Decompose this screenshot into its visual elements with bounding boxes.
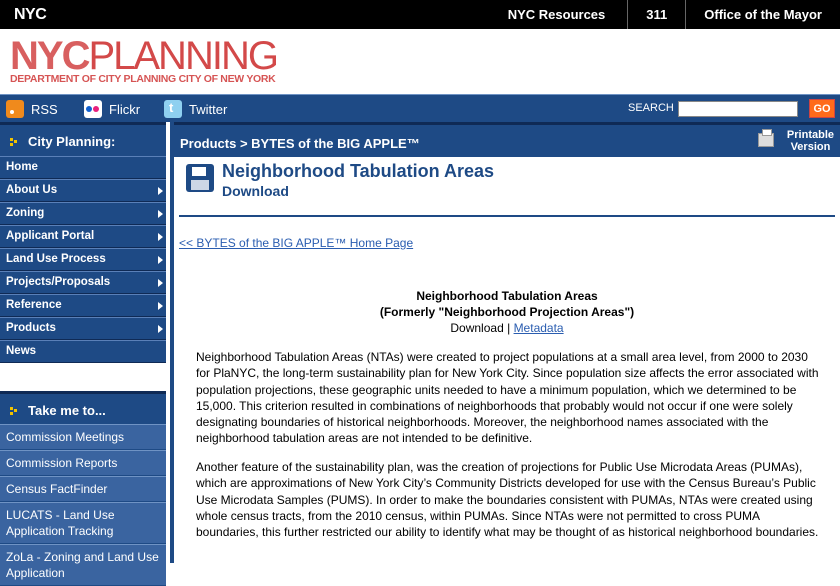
top-bar: NYC NYC Resources 311 Office of the Mayo… [0,0,840,29]
printable-label: Printable [786,129,834,141]
office-of-mayor-link[interactable]: Office of the Mayor [685,0,840,29]
chevron-right-icon [158,210,163,218]
nyc-resources-link[interactable]: NYC Resources [490,0,628,29]
twitter-icon [164,100,182,118]
sidebar-item-land-use-process[interactable]: Land Use Process [0,248,166,271]
sidebar-item-label: Land Use Process [6,253,106,265]
chevron-right-icon [158,187,163,195]
chevron-right-icon [158,256,163,264]
nyc-planning-logo[interactable]: NYCPLANNING [10,36,279,76]
sidebar-nav: City Planning: Home About Us Zoning Appl… [0,122,166,586]
search-go-button[interactable]: GO [809,99,835,118]
social-bar: RSS Flickr Twitter SEARCH GO [0,94,840,122]
sidebar-item-label: Reference [6,299,62,311]
sidebar-item-reference[interactable]: Reference [0,294,166,317]
download-info-block: Neighborhood Tabulation Areas (Formerly … [174,288,840,336]
logo-city-text: CITY OF NEW YORK [178,73,276,85]
flickr-icon [84,100,102,118]
back-to-bytes-link[interactable]: << BYTES of the BIG APPLE™ Home Page [179,236,413,250]
breadcrumb[interactable]: Products > BYTES of the BIG APPLE™ [180,136,420,151]
rss-link[interactable]: RSS [6,100,58,118]
link-separator: | [507,321,511,335]
center-subtitle: (Formerly "Neighborhood Projection Areas… [379,305,635,319]
download-links-row: Download | Metadata [174,320,840,336]
sidebar-title: City Planning: [28,134,116,149]
paragraph-ntas: Neighborhood Tabulation Areas (NTAs) wer… [196,350,819,446]
page-subtitle: Download [222,183,289,199]
sidebar-item-about-us[interactable]: About Us [0,179,166,202]
search-input[interactable] [678,101,798,117]
version-label: Version [790,141,831,153]
311-link[interactable]: 311 [627,0,685,29]
download-label: Download [450,321,504,335]
chevron-right-icon [158,233,163,241]
logo-subtitle: DEPARTMENT OF CITY PLANNING CITY OF NEW … [10,73,276,85]
search-label: SEARCH [628,102,674,114]
printable-version-link[interactable]: Printable Version [787,129,834,153]
sidebar-item-label: Products [6,322,56,334]
sidebar-heading: City Planning: [0,122,166,156]
bullet-dots-icon [10,407,18,415]
sidebar-item-news[interactable]: News [0,340,166,363]
logo-planning-text: PLANNING [88,34,278,78]
rss-icon [6,100,24,118]
flickr-label: Flickr [109,101,141,117]
center-title: Neighborhood Tabulation Areas [416,289,598,303]
sidebar-item-projects-proposals[interactable]: Projects/Proposals [0,271,166,294]
logo-nyc-text: NYC [10,34,90,78]
sidebar-item-label: Projects/Proposals [6,276,111,288]
take-item-census-factfinder[interactable]: Census FactFinder [0,476,166,502]
logo-department-text: DEPARTMENT OF CITY PLANNING [10,73,176,85]
rss-label: RSS [31,101,58,117]
take-me-to-heading: Take me to... [0,391,166,424]
page-title: Neighborhood Tabulation Areas [222,161,495,181]
take-item-zola[interactable]: ZoLa - Zoning and Land Use Application [0,544,166,586]
chevron-right-icon [158,325,163,333]
take-item-commission-reports[interactable]: Commission Reports [0,450,166,476]
sidebar-item-label: News [6,345,37,357]
flickr-link[interactable]: Flickr [84,100,140,118]
take-item-commission-meetings[interactable]: Commission Meetings [0,424,166,450]
header-logo-area: NYCPLANNING DEPARTMENT OF CITY PLANNING … [0,29,840,94]
chevron-right-icon [158,302,163,310]
sidebar-item-zoning[interactable]: Zoning [0,202,166,225]
breadcrumb-bar: Products > BYTES of the BIG APPLE™ Print… [174,122,840,157]
sidebar-item-label: Zoning [6,207,45,219]
take-me-to-title: Take me to... [28,403,106,418]
left-sidebar: City Planning: Home About Us Zoning Appl… [0,122,174,586]
paragraph-pumas: Another feature of the sustainability pl… [196,460,819,540]
top-links: NYC Resources 311 Office of the Mayor [490,0,840,29]
divider [179,215,835,217]
save-disk-icon [186,164,214,192]
sidebar-item-applicant-portal[interactable]: Applicant Portal [0,225,166,248]
sidebar-item-label: Home [6,161,38,173]
metadata-link[interactable]: Metadata [514,321,564,335]
chevron-right-icon [158,279,163,287]
sidebar-item-label: About Us [6,184,58,196]
sidebar-item-label: Applicant Portal [6,230,95,242]
twitter-label: Twitter [189,101,228,117]
sidebar-item-home[interactable]: Home [0,156,166,179]
take-item-lucats[interactable]: LUCATS - Land Use Application Tracking [0,502,166,544]
nyc-logo[interactable]: NYC [14,6,60,24]
printer-icon[interactable] [758,129,774,147]
sidebar-item-products[interactable]: Products [0,317,166,340]
sidebar-spacer [0,363,166,391]
bullet-dots-icon [10,138,18,146]
twitter-link[interactable]: Twitter [164,100,227,118]
main-content: Products > BYTES of the BIG APPLE™ Print… [174,122,840,563]
